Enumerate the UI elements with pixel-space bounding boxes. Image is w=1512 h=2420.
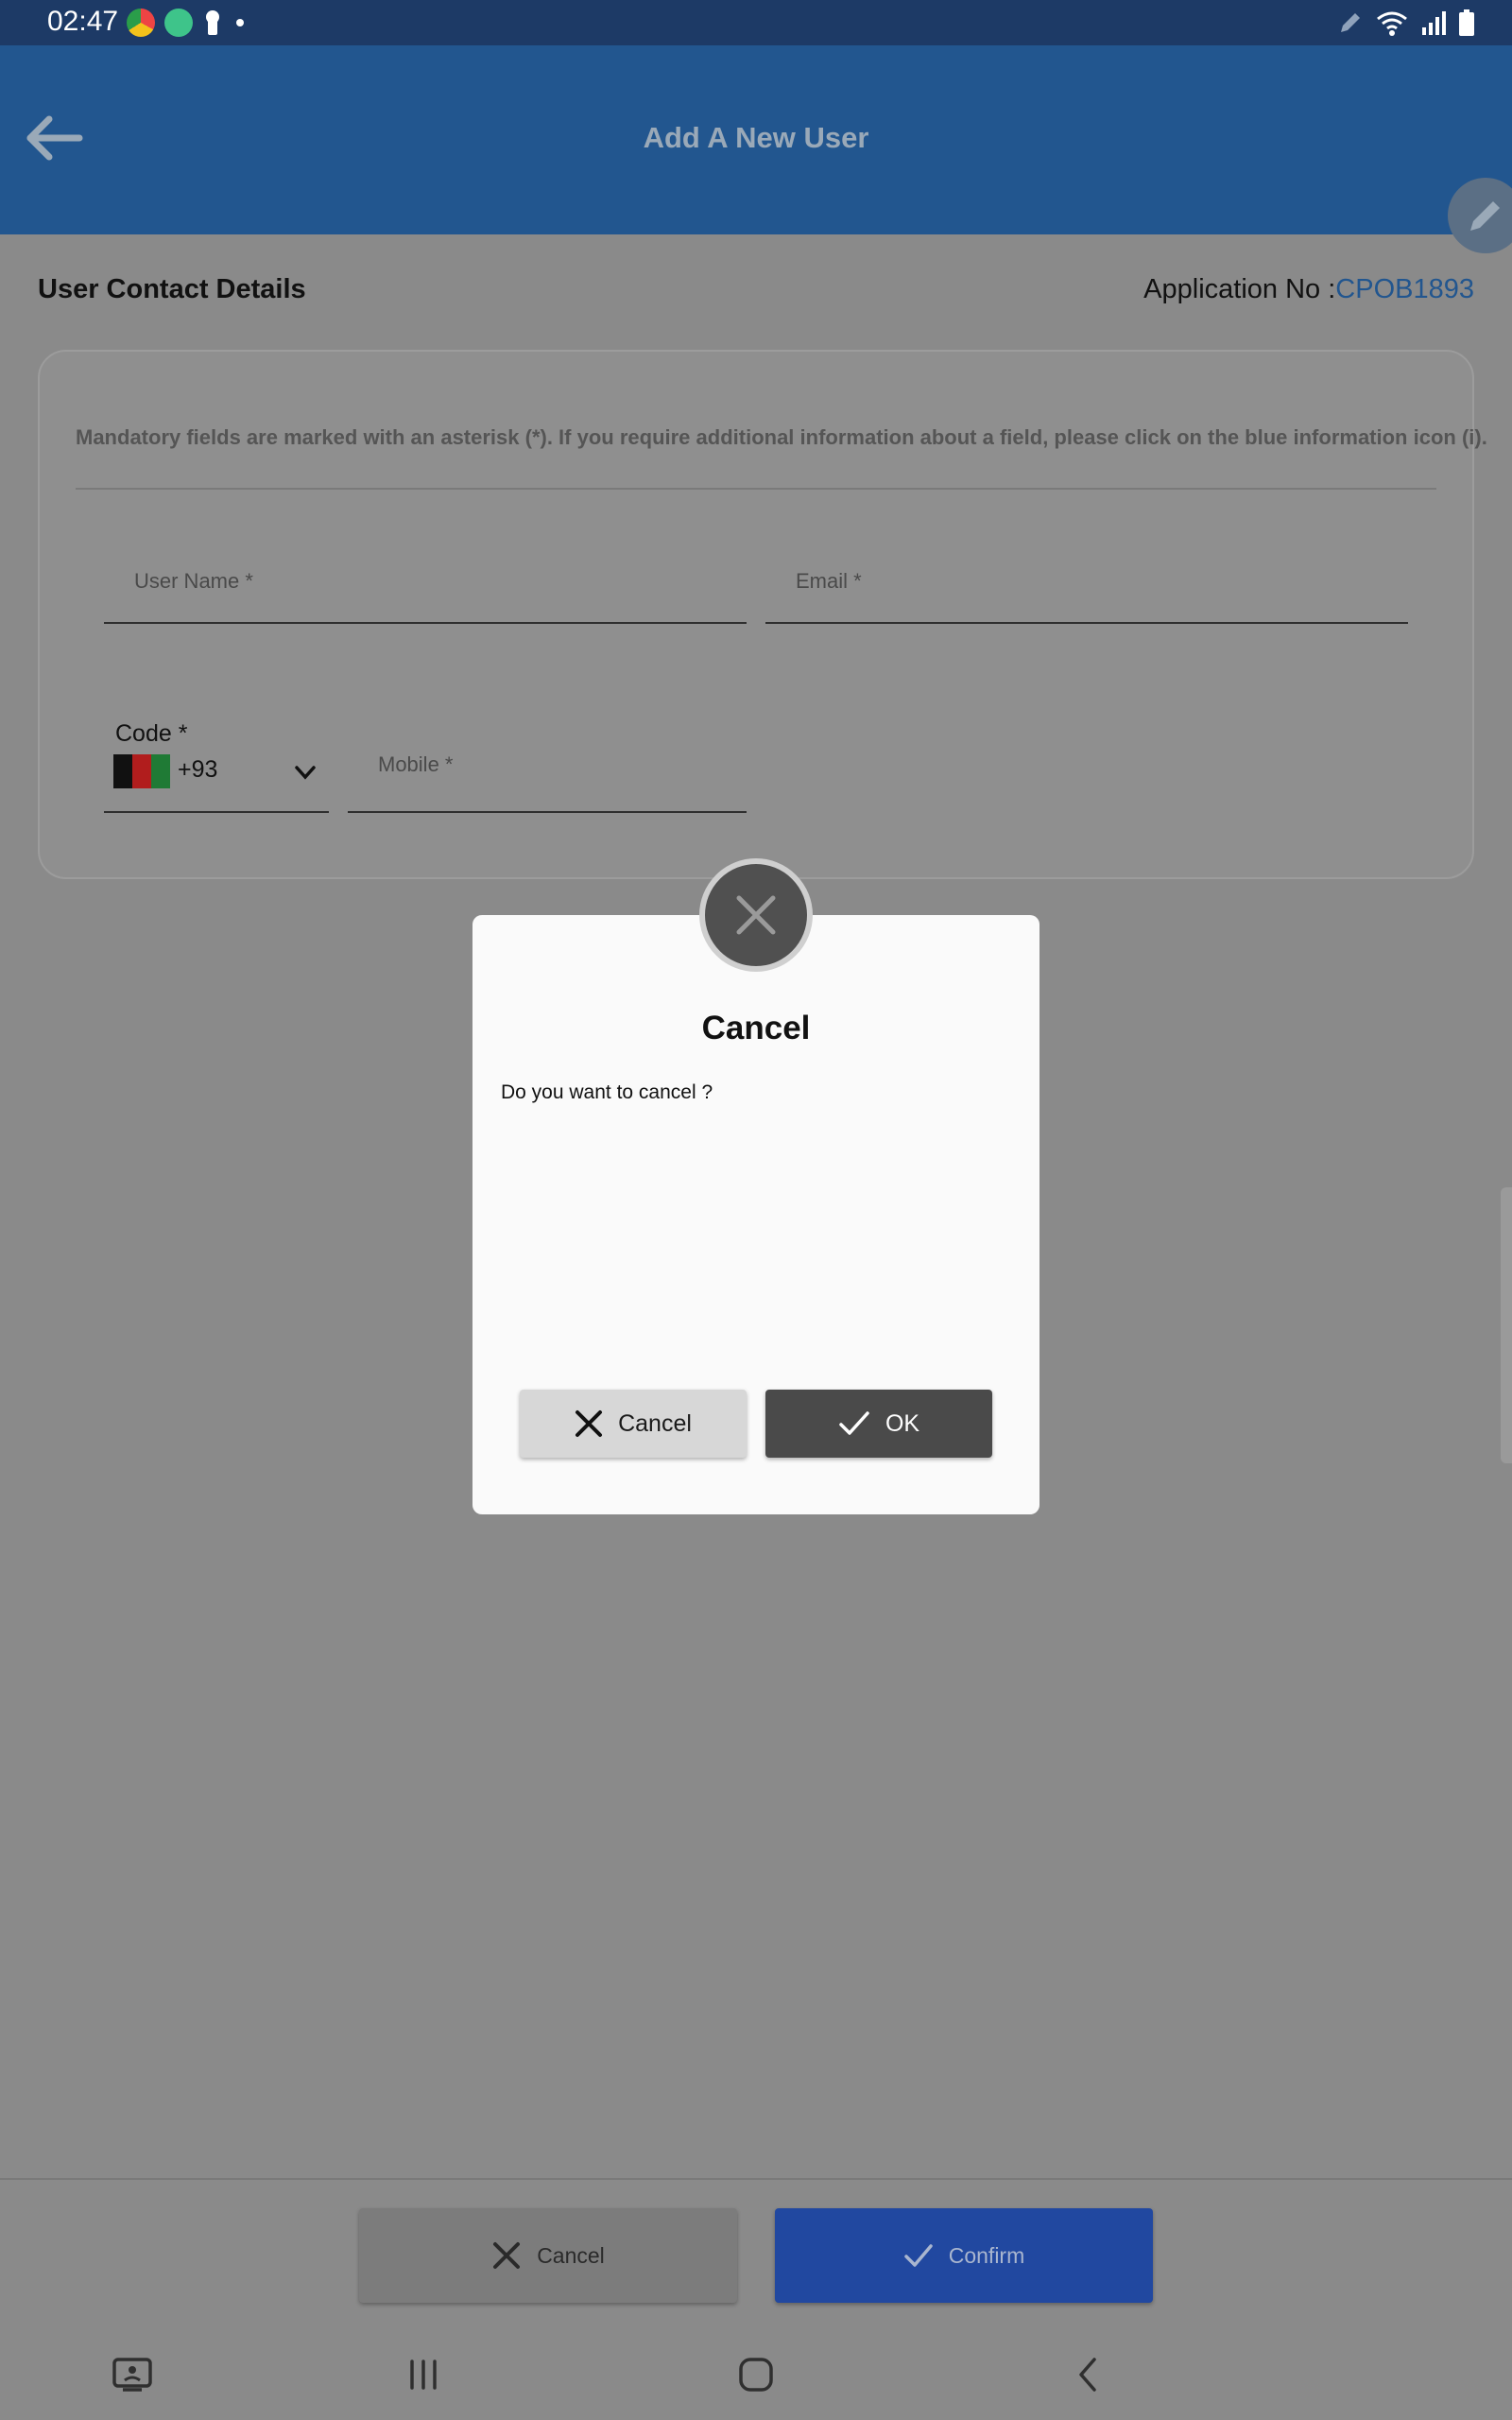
user-name-label: User Name * <box>134 569 253 593</box>
battery-icon <box>1459 9 1474 36</box>
application-number: Application No :CPOB1893 <box>1143 274 1474 305</box>
chrome-icon <box>127 9 155 37</box>
status-icons-right <box>1338 9 1474 36</box>
dialog-ok-label: OK <box>885 1409 920 1437</box>
pencil-icon <box>1470 201 1500 231</box>
status-time: 02:47 <box>47 6 119 37</box>
close-icon <box>493 2242 521 2269</box>
dialog-cancel-button[interactable]: Cancel <box>520 1390 747 1458</box>
chevron-down-icon <box>295 766 316 780</box>
mobile-field[interactable]: Mobile * <box>348 701 747 813</box>
email-label: Email * <box>796 569 862 593</box>
dialog-message: Do you want to cancel ? <box>501 1081 713 1103</box>
bottom-action-bar: Cancel Confirm <box>0 2178 1512 2327</box>
dot-icon <box>236 19 244 26</box>
check-icon <box>903 2244 933 2267</box>
dialog-title: Cancel <box>701 1010 811 1046</box>
mobile-label: Mobile * <box>378 752 454 776</box>
cancel-button-label: Cancel <box>537 2242 605 2268</box>
pen-icon <box>1341 13 1360 32</box>
edit-button[interactable] <box>1448 178 1512 253</box>
home-icon[interactable] <box>730 2348 782 2401</box>
wifi-icon <box>1377 11 1407 36</box>
page-title: Add A New User <box>643 121 869 154</box>
application-number-label: Application No : <box>1143 274 1336 304</box>
contact-form-card: Mandatory fields are marked with an aste… <box>38 350 1487 879</box>
close-icon <box>576 1410 603 1437</box>
status-icons-left <box>127 9 248 37</box>
divider <box>76 488 1436 490</box>
section-title: User Contact Details <box>38 274 306 304</box>
dialog-close-badge <box>699 858 813 972</box>
status-bar: 02:47 <box>0 0 1512 45</box>
afghanistan-flag-icon <box>113 754 170 788</box>
code-label: Code * <box>115 720 188 747</box>
scrollbar[interactable] <box>1501 1187 1512 1463</box>
cancel-button[interactable]: Cancel <box>359 2208 737 2303</box>
confirm-button[interactable]: Confirm <box>775 2208 1153 2303</box>
mandatory-info-text: Mandatory fields are marked with an aste… <box>76 425 1487 449</box>
dialog-cancel-label: Cancel <box>618 1409 692 1437</box>
system-nav-bar <box>0 2327 1512 2420</box>
dialog-ok-button[interactable]: OK <box>765 1390 992 1458</box>
email-field[interactable]: Email * <box>765 541 1408 624</box>
confirm-button-label: Confirm <box>948 2242 1025 2268</box>
cancel-dialog: Cancel Do you want to cancel ? Cancel OK <box>472 858 1040 1514</box>
close-icon <box>736 895 776 935</box>
application-number-value: CPOB1893 <box>1335 274 1474 304</box>
signal-icon <box>1422 11 1446 35</box>
keyhole-icon <box>206 10 219 35</box>
android-icon <box>164 9 193 37</box>
code-value: +93 <box>178 756 218 783</box>
recents-icon[interactable] <box>397 2348 450 2401</box>
user-name-field[interactable]: User Name * <box>104 541 747 624</box>
country-code-select[interactable]: Code * +93 <box>104 701 329 813</box>
back-icon[interactable] <box>1062 2348 1115 2401</box>
screenshot-icon[interactable] <box>106 2348 159 2401</box>
check-icon <box>839 1411 869 1435</box>
